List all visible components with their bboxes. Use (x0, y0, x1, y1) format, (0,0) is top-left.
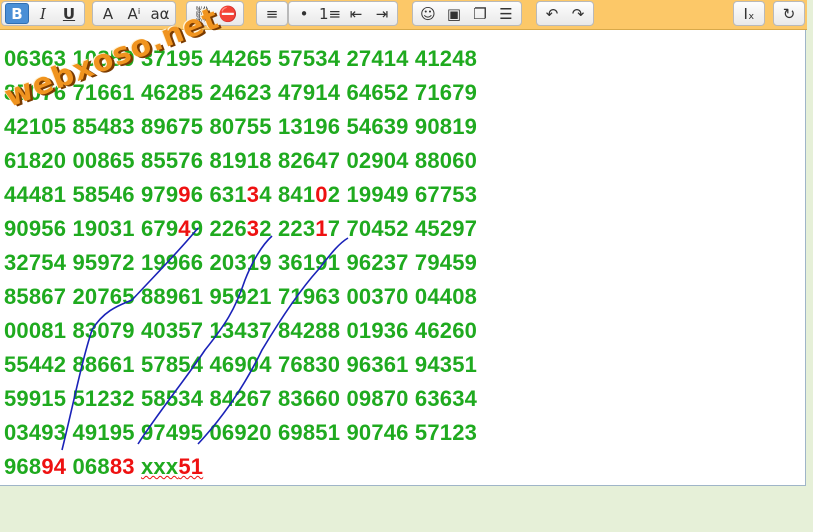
undo-icon: ↶ (545, 4, 559, 23)
gallery-icon: ❐ (473, 4, 487, 23)
toolbar-group-6: ☺ ▣ ❐ ☰ (412, 1, 522, 26)
image-icon: ▣ (446, 4, 462, 23)
number-text: 2 223 (259, 216, 316, 241)
number-row: 85867 20765 88961 95921 71963 00370 0440… (4, 280, 477, 314)
bold-icon: B (11, 4, 23, 23)
highlighted-digits: 51 (178, 454, 204, 479)
number-text: xxx (141, 454, 179, 479)
outdent-icon: ⇤ (349, 4, 363, 23)
toolbar-group-9: ↻ (773, 1, 805, 26)
editor-toolbar: B I U A Aⁱ aα ⛓ ⛔ ≡ • 1≡ ⇤ ⇥ ☺ ▣ ❐ ☰ ↶ ↷ Iₓ ↻ (0, 0, 807, 30)
highlighted-digits: 4 (178, 216, 191, 241)
paste-button[interactable]: ☰ (494, 3, 518, 24)
number-row: 55442 88661 57854 46904 76830 96361 9435… (4, 348, 477, 382)
highlighted-digits: 94 (41, 454, 67, 479)
number-row: 32754 95972 19966 20319 36191 96237 7945… (4, 246, 477, 280)
special-char-button[interactable]: aα (148, 3, 172, 24)
number-text: 55442 88661 57854 46904 76830 96361 9435… (4, 352, 478, 377)
number-text: 968 (4, 454, 42, 479)
special-char-icon: aα (150, 4, 170, 23)
redo-icon: ↷ (571, 4, 585, 23)
number-text: 90956 19031 679 (4, 216, 179, 241)
underline-icon: U (62, 4, 76, 23)
number-text: 42105 85483 89675 80755 13196 54639 9081… (4, 114, 478, 139)
number-text: 2 19949 67753 (327, 182, 478, 207)
redo-button[interactable]: ↷ (566, 3, 590, 24)
italic-icon: I (40, 4, 46, 23)
remove-format-icon: Iₓ (743, 4, 755, 23)
toolbar-group-2: A Aⁱ aα (92, 1, 176, 26)
editor-content-area[interactable]: 06363 10859 37195 44265 57534 27414 4124… (0, 1, 806, 486)
number-text: 59915 51232 58534 84267 83660 09870 6363… (4, 386, 478, 411)
number-text: 32754 95972 19966 20319 36191 96237 7945… (4, 250, 478, 275)
number-text: 6 631 (190, 182, 247, 207)
toolbar-group-5: • 1≡ ⇤ ⇥ (288, 1, 398, 26)
number-row: 44481 58546 97996 63134 84102 19949 6775… (4, 178, 477, 212)
smiley-icon: ☺ (420, 4, 436, 23)
align-left-icon: ≡ (265, 4, 279, 23)
bulleted-list-button[interactable]: • (292, 3, 316, 24)
highlighted-digits: 3 (246, 182, 260, 207)
highlighted-digits: 0 (315, 182, 328, 207)
unlink-button[interactable]: ⛔ (216, 3, 240, 24)
number-row: 90956 19031 67949 22632 22317 70452 4529… (4, 212, 477, 246)
undo-button[interactable]: ↶ (540, 3, 564, 24)
highlighted-digits: 83 (109, 454, 135, 479)
number-row: 85076 71661 46285 24623 47914 64652 7167… (4, 76, 477, 110)
number-row: 00081 83079 40357 13437 84288 01936 4626… (4, 314, 477, 348)
source-icon: ↻ (782, 4, 796, 23)
gallery-button[interactable]: ❐ (468, 3, 492, 24)
font-color-button[interactable]: A (96, 3, 120, 24)
toolbar-group-8: Iₓ (733, 1, 765, 26)
font-size-button[interactable]: Aⁱ (122, 3, 146, 24)
toolbar-group-3: ⛓ ⛔ (186, 1, 244, 26)
link-icon: ⛓ (192, 4, 212, 23)
number-row: 03493 49195 97495 06920 69851 90746 5712… (4, 416, 477, 450)
number-text: 06363 10859 37195 44265 57534 27414 4124… (4, 46, 478, 71)
toolbar-group-7: ↶ ↷ (536, 1, 594, 26)
smiley-button[interactable]: ☺ (416, 3, 440, 24)
source-button[interactable]: ↻ (777, 3, 801, 24)
number-text: 85867 20765 88961 95921 71963 00370 0440… (4, 284, 478, 309)
number-text: 9 226 (190, 216, 247, 241)
paste-icon: ☰ (499, 4, 513, 23)
italic-button[interactable]: I (31, 3, 55, 24)
number-text: 03493 49195 97495 06920 69851 90746 5712… (4, 420, 478, 445)
outdent-button[interactable]: ⇤ (344, 3, 368, 24)
numbered-list-icon: 1≡ (318, 4, 342, 23)
toolbar-group-1: BIU (1, 1, 85, 26)
number-text: 068 (66, 454, 110, 479)
highlighted-digits: 9 (178, 182, 191, 207)
number-text: 00081 83079 40357 13437 84288 01936 4626… (4, 318, 478, 343)
font-size-icon: Aⁱ (127, 4, 141, 23)
font-color-icon: A (102, 4, 114, 23)
highlighted-digits: 1 (315, 216, 328, 241)
bulleted-list-icon: • (299, 4, 309, 23)
highlighted-digits: 3 (246, 216, 260, 241)
lottery-number-grid: 06363 10859 37195 44265 57534 27414 4124… (4, 42, 477, 484)
underline-button[interactable]: U (57, 3, 81, 24)
unlink-icon: ⛔ (218, 4, 238, 23)
number-text: 7 70452 45297 (327, 216, 478, 241)
indent-icon: ⇥ (375, 4, 389, 23)
bold-button[interactable]: B (5, 3, 29, 24)
number-row: 59915 51232 58534 84267 83660 09870 6363… (4, 382, 477, 416)
number-row: 06363 10859 37195 44265 57534 27414 4124… (4, 42, 477, 76)
number-text: 85076 71661 46285 24623 47914 64652 7167… (4, 80, 478, 105)
number-text: 61820 00865 85576 81918 82647 02904 8806… (4, 148, 478, 173)
toolbar-group-4: ≡ (256, 1, 288, 26)
indent-button[interactable]: ⇥ (370, 3, 394, 24)
image-button[interactable]: ▣ (442, 3, 466, 24)
numbered-list-button[interactable]: 1≡ (318, 3, 342, 24)
remove-format-button[interactable]: Iₓ (737, 3, 761, 24)
number-row: 96894 06883 xxx51 (4, 450, 477, 484)
align-left-button[interactable]: ≡ (260, 3, 284, 24)
number-row: 61820 00865 85576 81918 82647 02904 8806… (4, 144, 477, 178)
link-button[interactable]: ⛓ (190, 3, 214, 24)
number-text: 4 841 (259, 182, 316, 207)
number-text: 44481 58546 979 (4, 182, 179, 207)
number-row: 42105 85483 89675 80755 13196 54639 9081… (4, 110, 477, 144)
